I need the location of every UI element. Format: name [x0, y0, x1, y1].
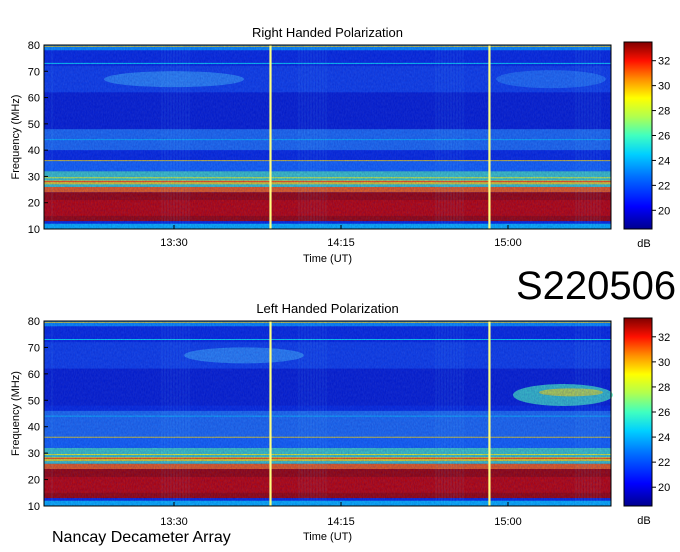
colorbar-tick-label: 22: [658, 457, 670, 469]
y-tick-label: 70: [28, 66, 40, 78]
y-tick-label: 60: [28, 369, 40, 381]
colorbar: [623, 41, 653, 230]
colorbar-tick-label: 26: [658, 131, 670, 143]
x-axis-label: Time (UT): [303, 531, 352, 543]
y-tick-label: 50: [28, 119, 40, 131]
colorbar-tick-label: 28: [658, 382, 670, 394]
x-tick-label: 13:30: [160, 516, 188, 528]
colorbar-tick-label: 26: [658, 407, 670, 419]
y-tick-label: 10: [28, 224, 40, 236]
observation-id: S220506: [516, 264, 677, 308]
panel-title: Right Handed Polarization: [252, 25, 403, 40]
y-tick-label: 20: [28, 198, 40, 210]
y-tick-label: 80: [28, 316, 40, 328]
y-tick-label: 10: [28, 501, 40, 513]
y-tick-label: 60: [28, 93, 40, 105]
y-tick-label: 40: [28, 145, 40, 157]
y-tick-label: 30: [28, 171, 40, 183]
y-tick-label: 70: [28, 342, 40, 354]
colorbar-label: dB: [637, 515, 650, 527]
colorbar-tick-label: 30: [658, 81, 670, 93]
noise-light: [44, 321, 611, 506]
x-tick-label: 15:00: [494, 516, 522, 528]
colorbar-tick-label: 24: [658, 155, 670, 167]
x-axis-label: Time (UT): [303, 253, 352, 265]
y-tick-label: 50: [28, 395, 40, 407]
y-tick-label: 80: [28, 40, 40, 52]
y-axis-label: Frequency (MHz): [10, 95, 22, 180]
x-tick-label: 14:15: [327, 516, 355, 528]
x-tick-label: 14:15: [327, 237, 355, 249]
y-tick-label: 30: [28, 448, 40, 460]
colorbar-tick-label: 30: [658, 357, 670, 369]
colorbar-label: dB: [637, 238, 650, 250]
x-tick-label: 13:30: [160, 237, 188, 249]
colorbar-tick-label: 24: [658, 432, 670, 444]
y-axis-label: Frequency (MHz): [10, 371, 22, 456]
colorbar-tick-label: 20: [658, 205, 670, 217]
y-tick-label: 20: [28, 475, 40, 487]
colorbar-tick-label: 20: [658, 482, 670, 494]
colorbar-tick-label: 32: [658, 56, 670, 68]
instrument-label: Nancay Decameter Array: [52, 529, 231, 546]
spectrogram-panel-right: Right Handed Polarization 10 20 30 40 50 60 70 8…: [10, 25, 670, 265]
panel-title: Left Handed Polarization: [256, 301, 398, 316]
x-tick-label: 15:00: [494, 237, 522, 249]
colorbar: [623, 317, 653, 507]
colorbar-tick-label: 22: [658, 180, 670, 192]
colorbar-tick-label: 28: [658, 106, 670, 118]
colorbar-tick-label: 32: [658, 332, 670, 344]
y-tick-label: 40: [28, 422, 40, 434]
noise-light: [44, 45, 611, 229]
spectrogram-panel-left: Left Handed Polarization 10 20 30 40 50 60 70 80…: [10, 301, 670, 543]
